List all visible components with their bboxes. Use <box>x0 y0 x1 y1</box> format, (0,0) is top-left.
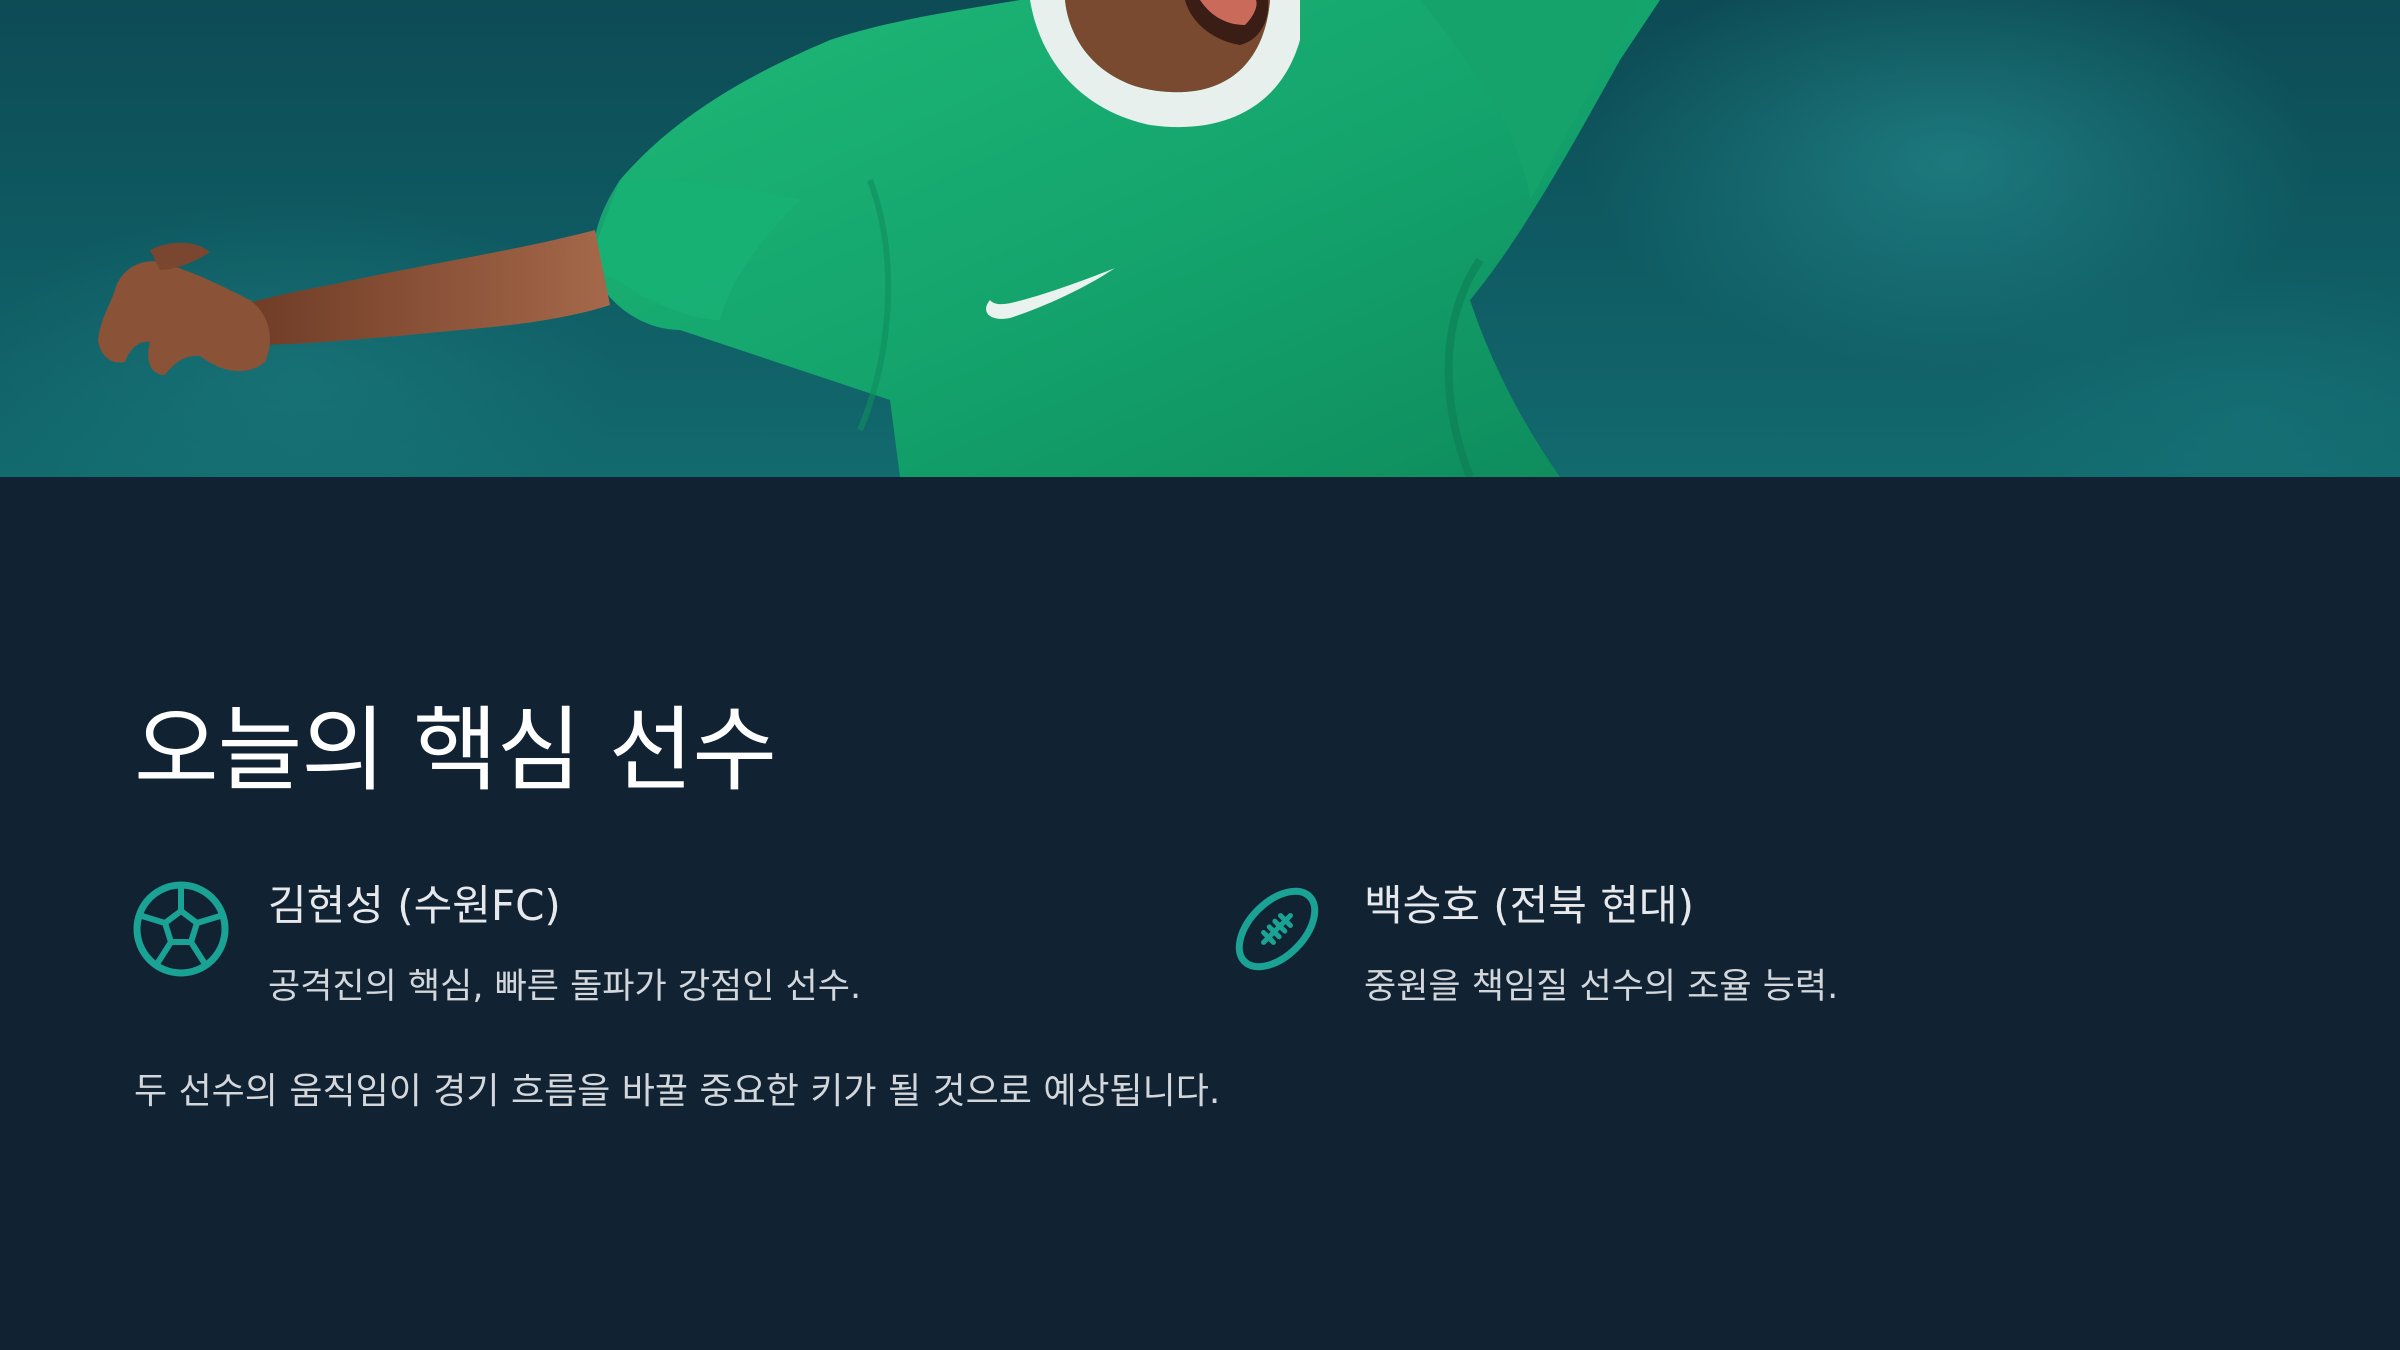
player-card-baek: 백승호 (전북 현대) 중원을 책임질 선수의 조율 능력. <box>1228 870 2228 1020</box>
soccer-player-illustration <box>98 0 1660 477</box>
player-name: 김현성 (수원FC) <box>268 881 561 930</box>
soccer-ball-icon <box>132 880 230 978</box>
player-name: 백승호 (전북 현대) <box>1364 881 1694 930</box>
summary-text: 두 선수의 움직임이 경기 흐름을 바꿀 중요한 키가 될 것으로 예상됩니다. <box>134 1071 1221 1112</box>
hero-image <box>0 0 2400 477</box>
player-description: 공격진의 핵심, 빠른 돌파가 강점인 선수. <box>268 967 862 1007</box>
player-description: 중원을 책임질 선수의 조율 능력. <box>1364 967 1839 1007</box>
football-icon <box>1228 880 1326 978</box>
player-card-kim: 김현성 (수원FC) 공격진의 핵심, 빠른 돌파가 강점인 선수. <box>132 870 1132 1020</box>
page-title: 오늘의 핵심 선수 <box>134 697 777 804</box>
